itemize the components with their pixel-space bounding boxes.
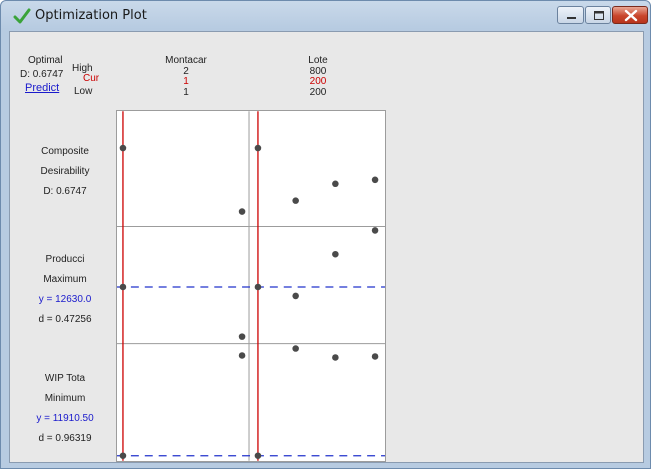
factor-low-lote: 200 [309,87,327,98]
data-point [119,283,127,291]
factor-cur-lote[interactable]: 200 [288,76,348,87]
response-desirability: d = 0.47256 [38,314,92,325]
data-point [292,345,299,352]
minimize-icon [567,17,576,19]
response-goal: Minimum [44,393,86,404]
data-point [292,197,299,204]
response-name: Producci [45,254,85,265]
data-point [238,352,246,359]
plot-client-area: Optimal D: 0.6747 Predict High Cur Low M… [9,31,644,463]
response-predicted-y: y = 11910.50 [36,413,94,424]
close-icon [624,9,638,22]
predict-link[interactable]: Predict [25,83,59,94]
data-point [332,250,339,258]
factor-low-montacar: 1 [183,87,189,98]
title-bar[interactable]: Optimization Plot [1,1,650,31]
data-point [292,292,299,300]
response-name: WIP Tota [44,373,86,384]
desirability-value: D: 0.6747 [20,69,64,80]
low-label: Low [74,86,93,97]
response-name: Composite [41,146,89,157]
optimization-plot-grid [116,110,386,462]
maximize-button[interactable] [585,6,611,24]
response-predicted-y: y = 12630.0 [38,294,92,305]
data-point [254,452,262,460]
close-button[interactable] [612,6,648,24]
data-point [254,144,262,152]
optimization-plot-window: Optimization Plot Optimal D: 0.6747 Pred… [0,0,651,469]
response-goal: Maximum [43,274,87,285]
response-label-producci: Producci Maximum y = 12630.0 d = 0.47256 [18,250,112,330]
data-point [238,333,246,340]
maximize-icon [594,11,604,20]
minimize-button[interactable] [557,6,584,24]
data-point [371,176,379,184]
response-label-composite: Composite Desirability D: 0.6747 [18,142,112,202]
data-point [119,144,127,152]
response-goal: Desirability [40,166,90,177]
data-point [371,353,379,360]
data-point [332,354,339,361]
data-point [119,452,127,460]
factor-name-montacar: Montacar [165,55,207,66]
window-title: Optimization Plot [35,8,147,23]
data-point [332,180,339,188]
checkmark-icon [13,8,31,24]
cur-label: Cur [83,73,100,84]
response-desirability: d = 0.96319 [38,433,92,444]
response-label-wip: WIP Tota Minimum y = 11910.50 d = 0.9631… [18,369,112,449]
factor-name-lote: Lote [308,55,328,66]
factor-cur-montacar[interactable]: 1 [156,76,216,87]
data-point [238,208,246,215]
optimal-label: Optimal [28,55,63,66]
response-desirability: D: 0.6747 [43,186,87,197]
data-point [371,227,379,234]
data-point [254,283,262,291]
